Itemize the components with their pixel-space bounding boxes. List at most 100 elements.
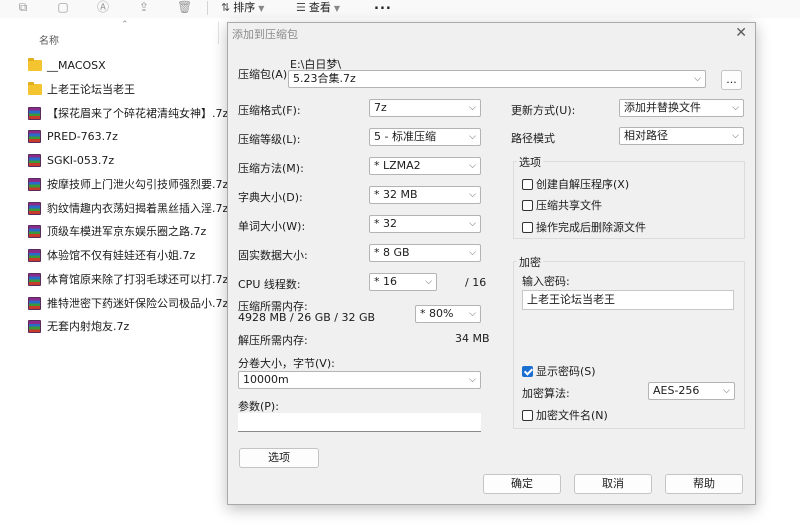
copy-icon[interactable]: ⧉ [16, 0, 30, 14]
browse-button[interactable]: ... [721, 70, 742, 90]
checkbox-box [522, 221, 533, 233]
show-password-checkbox[interactable]: 显示密码(S) [522, 363, 596, 379]
paste-icon[interactable]: ▢ [56, 0, 70, 14]
list-item[interactable]: 顶级车模进军京东娱乐圈之路.7z [28, 220, 206, 242]
list-item[interactable]: 上老王论坛当老王 [28, 78, 135, 100]
ok-button[interactable]: 确定 [483, 474, 561, 494]
list-item[interactable]: SGKI-053.7z [28, 149, 114, 171]
list-item[interactable]: PRED-763.7z [28, 125, 118, 147]
params-label: 参数(P): [238, 400, 279, 413]
path-mode-value: 相对路径 [624, 129, 668, 142]
sort-button[interactable]: ⇅ 排序 ▼ [221, 0, 264, 16]
path-mode-label: 路径模式 [511, 132, 555, 145]
delete-checkbox[interactable]: 操作完成后删除源文件 [522, 219, 646, 235]
options-button[interactable]: 选项 [239, 448, 319, 468]
file-name: 体育馆原来除了打羽毛球还可以打.7z [47, 273, 229, 286]
delete-icon[interactable]: 🗑 [177, 0, 192, 14]
update-select[interactable]: 添加并替换文件 ⌵ [619, 99, 744, 117]
chevron-down-icon: ⌵ [469, 309, 476, 319]
checkbox-box [522, 199, 533, 211]
list-item[interactable]: 无套内射炮友.7z [28, 315, 129, 337]
archive-icon [28, 129, 41, 143]
solid-select[interactable]: * 8 GB ⌵ [369, 244, 481, 262]
share-icon[interactable]: ⇪ [137, 0, 151, 14]
list-item[interactable]: 体验馆不仅有娃娃还有小姐.7z [28, 244, 195, 266]
view-button[interactable]: ☰ 查看 ▼ [296, 0, 340, 16]
chevron-down-icon: ⌵ [469, 132, 476, 142]
sort-icon: ⇅ [221, 1, 231, 14]
file-name: 无套内射炮友.7z [47, 320, 130, 333]
mem-percent-value: * 80% [420, 307, 454, 320]
enc-method-select[interactable]: AES-256 ⌵ [648, 382, 735, 400]
list-item[interactable]: 豹纹情趣内衣荡妇揭着黑丝插入淫.7z [28, 197, 228, 219]
chevron-down-icon: ▼ [258, 4, 265, 13]
file-name: 【探花眉来了个碎花裙清纯女神】.7z [47, 107, 229, 120]
explorer-toolbar: ⧉ ▢ Ⓐ ⇪ 🗑 ⇅ 排序 ▼ ☰ 查看 ▼ ... [0, 0, 800, 18]
dict-label: 字典大小(D): [238, 191, 303, 204]
archive-label: 压缩包(A) [238, 68, 288, 81]
sfx-label: 创建自解压程序(X) [536, 178, 630, 191]
cancel-button[interactable]: 取消 [574, 474, 652, 494]
chevron-down-icon: ⌵ [469, 248, 476, 258]
file-name: __MACOSX [47, 58, 106, 72]
list-item[interactable]: 体育馆原来除了打羽毛球还可以打.7z [28, 268, 228, 290]
file-name: SGKI-053.7z [47, 153, 115, 167]
password-input[interactable]: 上老王论坛当老王 [522, 290, 734, 310]
archive-icon [28, 272, 41, 286]
word-select[interactable]: * 32 ⌵ [369, 215, 481, 233]
archive-icon [28, 224, 41, 238]
mem-percent-select[interactable]: * 80% ⌵ [415, 305, 481, 323]
chevron-down-icon: ⌵ [732, 131, 739, 141]
archive-icon [28, 319, 41, 333]
archive-name-combo[interactable]: 5.23合集.7z ⌵ [288, 70, 706, 88]
list-item[interactable]: 推特泄密下药迷奸保险公司极品小.7z [28, 292, 228, 314]
sfx-checkbox[interactable]: 创建自解压程序(X) [522, 176, 629, 192]
encrypt-names-checkbox[interactable]: 加密文件名(N) [522, 407, 608, 423]
split-select[interactable]: 10000m ⌵ [238, 371, 481, 389]
shared-checkbox[interactable]: 压缩共享文件 [522, 197, 602, 213]
encrypt-names-label: 加密文件名(N) [536, 409, 608, 422]
add-to-archive-dialog: 添加到压缩包 ✕ 压缩包(A) E:\白日梦\ 5.23合集.7z ⌵ ... … [227, 22, 756, 505]
column-header-name[interactable]: 名称 [39, 32, 59, 47]
checkbox-box [522, 409, 533, 421]
list-item[interactable]: 【探花眉来了个碎花裙清纯女神】.7z [28, 102, 228, 124]
dict-select[interactable]: * 32 MB ⌵ [369, 186, 481, 204]
word-value: * 32 [374, 217, 397, 230]
path-mode-select[interactable]: 相对路径 ⌵ [619, 127, 744, 145]
show-password-label: 显示密码(S) [536, 365, 596, 378]
file-name: 顶级车模进军京东娱乐圈之路.7z [47, 225, 207, 238]
file-name: 体验馆不仅有娃娃还有小姐.7z [47, 249, 196, 262]
file-name: 推特泄密下药迷奸保险公司极品小.7z [47, 297, 229, 310]
chevron-down-icon: ⌵ [469, 103, 476, 113]
params-input[interactable] [238, 413, 481, 432]
rename-icon[interactable]: Ⓐ [96, 0, 110, 14]
column-divider[interactable] [218, 22, 219, 44]
close-icon[interactable]: ✕ [735, 25, 747, 41]
level-select[interactable]: 5 - 标准压缩 ⌵ [369, 128, 481, 146]
update-label: 更新方式(U): [511, 104, 576, 117]
chevron-down-icon: ⌵ [732, 103, 739, 113]
toolbar-divider [207, 1, 208, 15]
sort-caret-icon: ⌃ [121, 20, 129, 30]
more-button[interactable]: ... [374, 0, 392, 13]
format-label: 压缩格式(F): [238, 104, 301, 117]
file-name: PRED-763.7z [47, 129, 118, 143]
enc-method-value: AES-256 [653, 384, 700, 397]
format-select[interactable]: 7z ⌵ [369, 99, 481, 117]
shared-label: 压缩共享文件 [536, 199, 602, 212]
list-item[interactable]: 按摩技师上门泄火勾引技师强烈要.7z [28, 173, 228, 195]
threads-total: / 16 [465, 276, 487, 289]
method-select[interactable]: * LZMA2 ⌵ [369, 157, 481, 175]
list-item[interactable]: __MACOSX [28, 54, 106, 76]
mem-comp-values: 4928 MB / 26 GB / 32 GB [238, 311, 376, 324]
archive-icon [28, 296, 41, 310]
archive-icon [28, 153, 41, 167]
archive-icon [28, 248, 41, 262]
chevron-down-icon: ⌵ [723, 386, 730, 396]
folder-icon [28, 57, 42, 71]
threads-select[interactable]: * 16 ⌵ [369, 273, 437, 291]
method-value: * LZMA2 [374, 159, 421, 172]
view-icon: ☰ [296, 1, 306, 14]
help-button[interactable]: 帮助 [665, 474, 743, 494]
dict-value: * 32 MB [374, 188, 418, 201]
